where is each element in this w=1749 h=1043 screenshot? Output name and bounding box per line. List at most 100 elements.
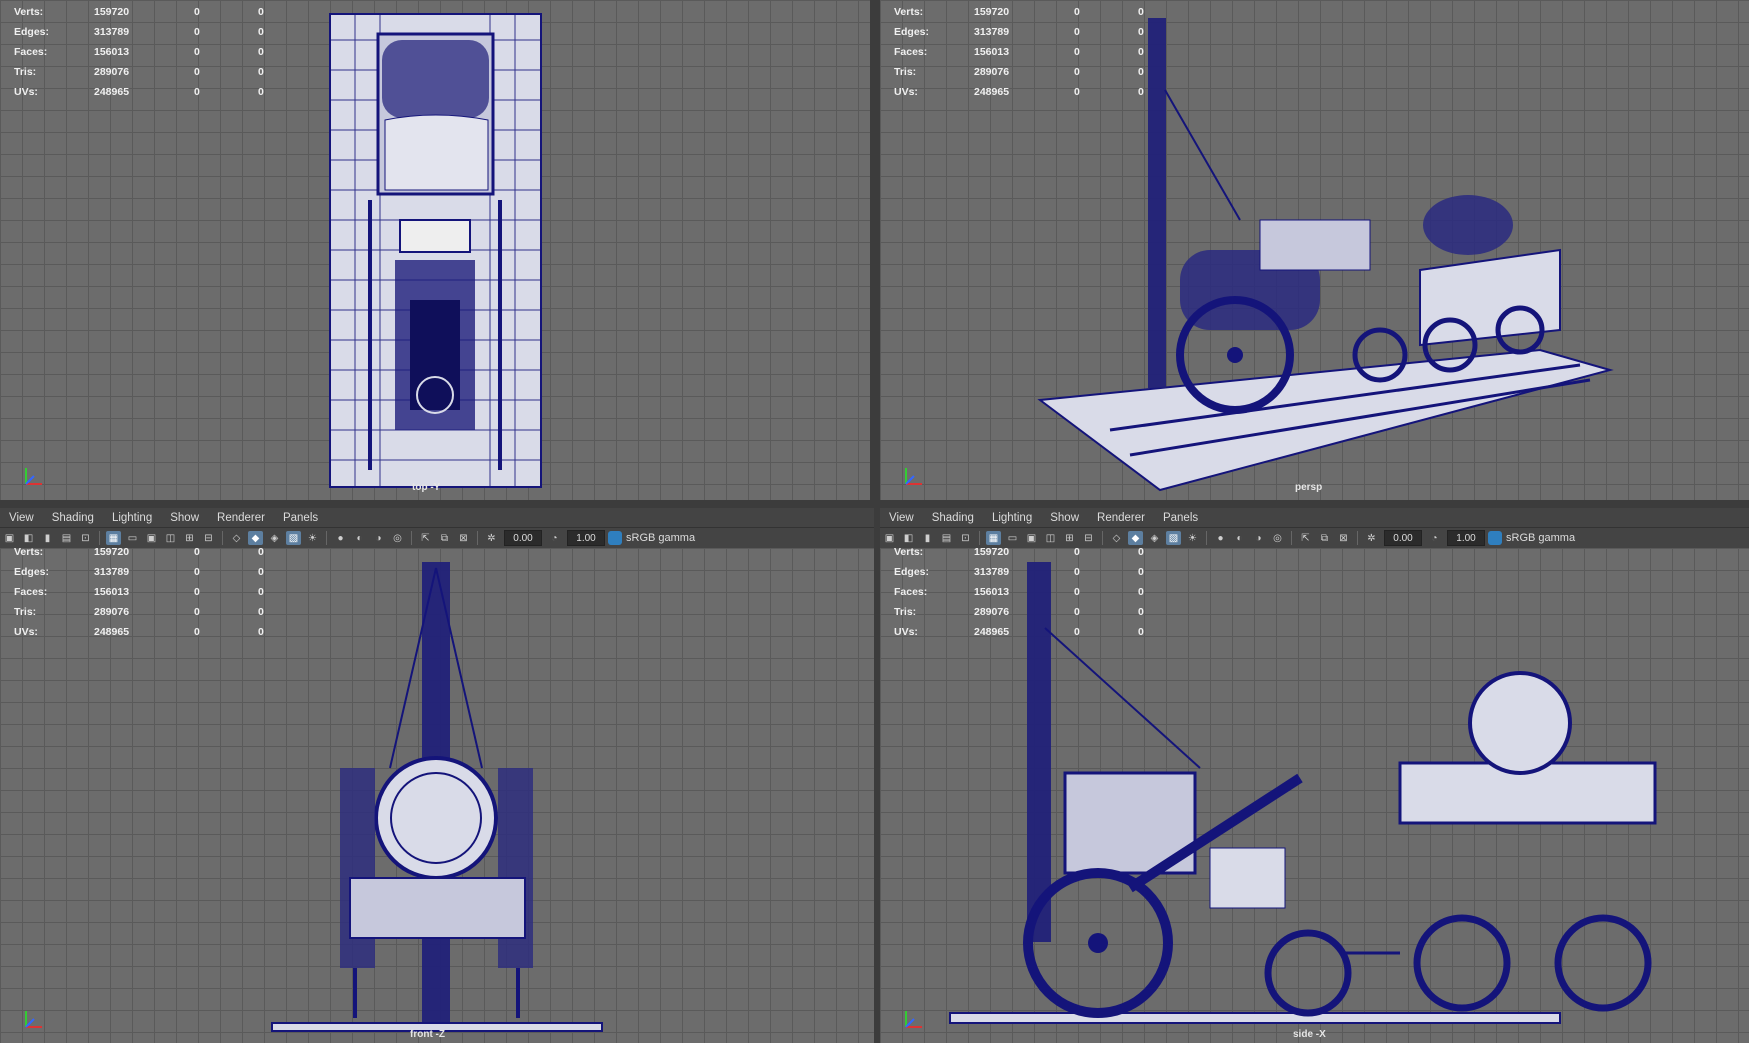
ambient-occlusion-icon[interactable]: ◐ <box>1232 531 1247 545</box>
poly-count-hud: Verts: 159720 0 0 Edges: 313789 0 0 Faces: 1560… <box>894 548 1178 642</box>
viewport-side[interactable]: Verts: 159720 0 0 Edges: 313789 0 0 Faces: 1560… <box>880 548 1749 1043</box>
viewport-front[interactable]: Verts: 159720 0 0 Edges: 313789 0 0 Faces: 1560… <box>0 548 874 1043</box>
field-chart-icon[interactable]: ◫ <box>163 531 178 545</box>
toolbar-divider <box>326 531 327 545</box>
textured-icon[interactable]: ▧ <box>1166 531 1181 545</box>
wireframe-icon[interactable]: ◇ <box>1109 531 1124 545</box>
viewport-persp[interactable]: Verts: 159720 0 0 Edges: 313789 0 0 Faces: 1560… <box>880 0 1749 500</box>
grid-icon[interactable]: ▦ <box>986 531 1001 545</box>
select-camera-icon[interactable]: ⇱ <box>1298 531 1313 545</box>
color-management-icon[interactable] <box>1488 531 1502 545</box>
gamma-field[interactable]: 1.00 <box>1447 530 1485 546</box>
gate-mask-icon[interactable]: ▣ <box>1024 531 1039 545</box>
film-gate-icon[interactable]: ⊡ <box>78 531 93 545</box>
camera-icon[interactable]: ▣ <box>882 531 897 545</box>
smooth-shade-icon[interactable]: ◆ <box>1128 531 1143 545</box>
menu-renderer[interactable]: Renderer <box>1088 512 1154 524</box>
menu-panels[interactable]: Panels <box>1154 512 1207 524</box>
frame-selection-icon[interactable]: ⊠ <box>1336 531 1351 545</box>
bookmark-icon[interactable]: ▮ <box>920 531 935 545</box>
hud-row-faces: Faces: 156013 0 0 <box>894 46 1144 58</box>
hud-row-tris: Tris: 289076 0 0 <box>14 606 264 618</box>
ambient-occlusion-icon[interactable]: ◐ <box>352 531 367 545</box>
grid-icon[interactable]: ▦ <box>106 531 121 545</box>
film-gate-icon[interactable]: ⊡ <box>958 531 973 545</box>
toolbar-divider <box>1206 531 1207 545</box>
frame-selection-icon[interactable]: ⊠ <box>456 531 471 545</box>
frame-all-icon[interactable]: ⧉ <box>437 531 452 545</box>
toolbar-divider <box>979 531 980 545</box>
hud-row-uvs: UVs: 248965 0 0 <box>14 626 264 638</box>
menu-show[interactable]: Show <box>1041 512 1088 524</box>
frame-all-icon[interactable]: ⧉ <box>1317 531 1332 545</box>
safe-action-icon[interactable]: ⊞ <box>1062 531 1077 545</box>
color-management-icon[interactable] <box>608 531 622 545</box>
image-plane-icon[interactable]: ▤ <box>59 531 74 545</box>
color-space-label[interactable]: sRGB gamma <box>1506 532 1575 544</box>
camera-icon[interactable]: ▣ <box>2 531 17 545</box>
bookmark-icon[interactable]: ▮ <box>40 531 55 545</box>
safe-title-icon[interactable]: ⊟ <box>201 531 216 545</box>
color-space-label[interactable]: sRGB gamma <box>626 532 695 544</box>
toolbar-divider <box>1291 531 1292 545</box>
menu-shading[interactable]: Shading <box>43 512 103 524</box>
wireframe-on-shaded-icon[interactable]: ◈ <box>267 531 282 545</box>
gamma-icon[interactable]: ◔ <box>1427 531 1442 545</box>
side-panel-toolbar: ▣ ◧ ▮ ▤ ⊡ ▦ ▭ ▣ ◫ ⊞ ⊟ ◇ ◆ ◈ ▧ ☀ ● ◐ ◑ ◎ … <box>880 527 1749 549</box>
safe-action-icon[interactable]: ⊞ <box>182 531 197 545</box>
gamma-field[interactable]: 1.00 <box>567 530 605 546</box>
menu-panels[interactable]: Panels <box>274 512 327 524</box>
menu-renderer[interactable]: Renderer <box>208 512 274 524</box>
hud-row-verts: Verts: 159720 0 0 <box>894 6 1144 18</box>
hud-row-tris: Tris: 289076 0 0 <box>894 606 1144 618</box>
wireframe-on-shaded-icon[interactable]: ◈ <box>1147 531 1162 545</box>
gamma-icon[interactable]: ◔ <box>547 531 562 545</box>
hud-row-faces: Faces: 156013 0 0 <box>894 586 1144 598</box>
lights-icon[interactable]: ☀ <box>1185 531 1200 545</box>
camera-attr-icon[interactable]: ◧ <box>901 531 916 545</box>
lights-icon[interactable]: ☀ <box>305 531 320 545</box>
exposure-field[interactable]: 0.00 <box>1384 530 1422 546</box>
menu-shading[interactable]: Shading <box>923 512 983 524</box>
resolution-gate-icon[interactable]: ▭ <box>1005 531 1020 545</box>
isolate-select-icon[interactable]: ◑ <box>371 531 386 545</box>
hud-row-uvs: UVs: 248965 0 0 <box>894 86 1144 98</box>
axis-gizmo-icon <box>25 1011 42 1028</box>
shadows-icon[interactable]: ● <box>1213 531 1228 545</box>
poly-count-hud: Verts: 159720 0 0 Edges: 313789 0 0 Faces: 1560… <box>894 2 1178 102</box>
hud-row-edges: Edges: 313789 0 0 <box>14 26 264 38</box>
select-camera-icon[interactable]: ⇱ <box>418 531 433 545</box>
textured-icon[interactable]: ▧ <box>286 531 301 545</box>
menu-view[interactable]: View <box>0 512 43 524</box>
toolbar-divider <box>1102 531 1103 545</box>
shadows-icon[interactable]: ● <box>333 531 348 545</box>
exposure-icon[interactable]: ✲ <box>484 531 499 545</box>
hud-row-uvs: UVs: 248965 0 0 <box>894 626 1144 638</box>
side-panel-menubar: View Shading Lighting Show Renderer Pane… <box>880 508 1749 528</box>
safe-title-icon[interactable]: ⊟ <box>1081 531 1096 545</box>
xray-icon[interactable]: ◎ <box>1270 531 1285 545</box>
xray-icon[interactable]: ◎ <box>390 531 405 545</box>
wireframe-icon[interactable]: ◇ <box>229 531 244 545</box>
hud-row-tris: Tris: 289076 0 0 <box>894 66 1144 78</box>
axis-gizmo-icon <box>25 468 42 485</box>
viewport-label-side: side -X <box>1293 1029 1326 1040</box>
gate-mask-icon[interactable]: ▣ <box>144 531 159 545</box>
viewport-top[interactable]: Verts: 159720 0 0 Edges: 313789 0 0 Faces: 1560… <box>0 0 870 500</box>
viewport-label-persp: persp <box>1295 482 1323 493</box>
exposure-icon[interactable]: ✲ <box>1364 531 1379 545</box>
exposure-field[interactable]: 0.00 <box>504 530 542 546</box>
isolate-select-icon[interactable]: ◑ <box>1251 531 1266 545</box>
viewport-label-front: front -Z <box>410 1029 445 1040</box>
toolbar-divider <box>477 531 478 545</box>
menu-lighting[interactable]: Lighting <box>983 512 1041 524</box>
hud-row-faces: Faces: 156013 0 0 <box>14 586 264 598</box>
image-plane-icon[interactable]: ▤ <box>939 531 954 545</box>
menu-lighting[interactable]: Lighting <box>103 512 161 524</box>
camera-attr-icon[interactable]: ◧ <box>21 531 36 545</box>
resolution-gate-icon[interactable]: ▭ <box>125 531 140 545</box>
menu-view[interactable]: View <box>880 512 923 524</box>
menu-show[interactable]: Show <box>161 512 208 524</box>
smooth-shade-icon[interactable]: ◆ <box>248 531 263 545</box>
field-chart-icon[interactable]: ◫ <box>1043 531 1058 545</box>
